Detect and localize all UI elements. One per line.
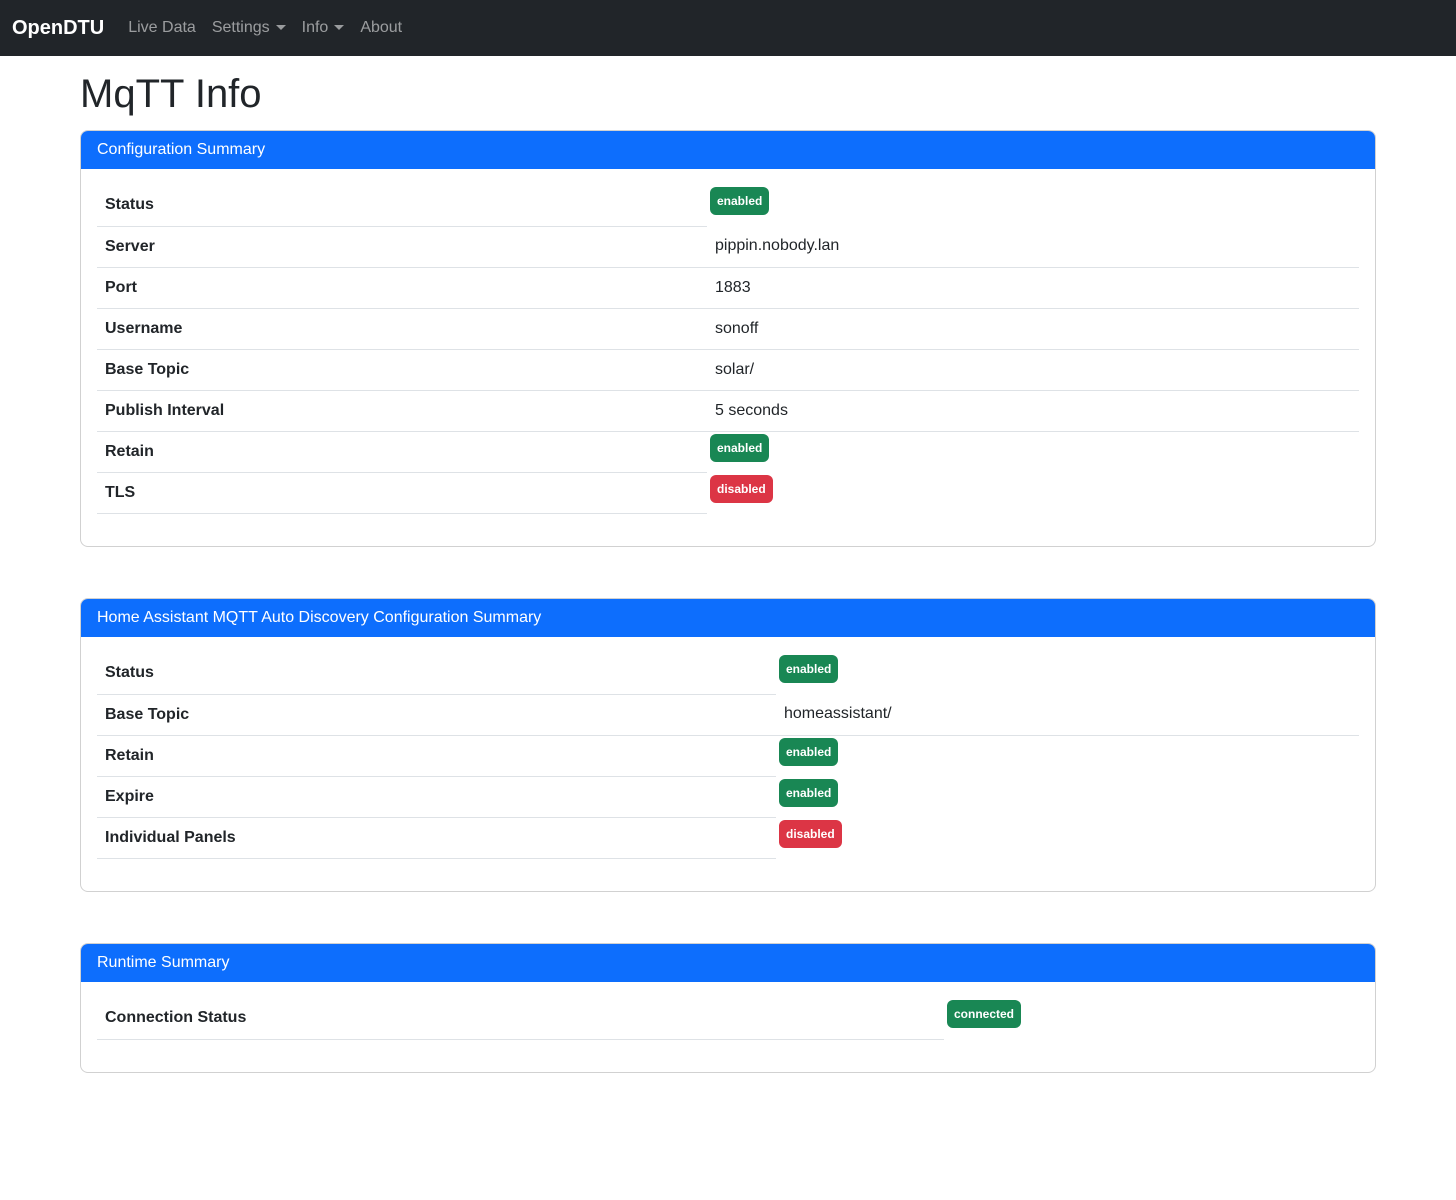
ha-discovery-table: Status enabled Base Topic homeassistant/…	[97, 653, 1359, 859]
row-value: disabled	[707, 473, 1359, 514]
row-label: Port	[97, 267, 707, 308]
row-value: enabled	[776, 777, 1359, 818]
table-row: Retain enabled	[97, 431, 1359, 473]
row-label: Username	[97, 308, 707, 349]
row-value: 1883	[707, 267, 1359, 308]
card-header: Home Assistant MQTT Auto Discovery Confi…	[81, 599, 1375, 637]
row-value: enabled	[707, 185, 1359, 226]
nav-item-live-data[interactable]: Live Data	[120, 11, 204, 45]
runtime-table: Connection Status connected	[97, 998, 1359, 1040]
table-row: Status enabled	[97, 653, 1359, 694]
card-runtime-summary: Runtime Summary Connection Status connec…	[80, 943, 1376, 1073]
navbar-nav: Live Data Settings Info About	[120, 11, 410, 45]
chevron-down-icon	[334, 25, 344, 30]
table-row: Base Topic homeassistant/	[97, 694, 1359, 735]
configuration-table: Status enabled Server pippin.nobody.lan …	[97, 185, 1359, 514]
row-label: Expire	[97, 777, 776, 818]
row-value: enabled	[707, 431, 1359, 473]
nav-item-info-label: Info	[302, 19, 329, 36]
status-badge: disabled	[779, 820, 842, 848]
table-row: Publish Interval 5 seconds	[97, 390, 1359, 431]
table-row: Server pippin.nobody.lan	[97, 226, 1359, 267]
row-value: enabled	[776, 735, 1359, 777]
table-row: Expire enabled	[97, 777, 1359, 818]
nav-item-info-dropdown[interactable]: Info	[294, 11, 353, 45]
status-badge: disabled	[710, 475, 773, 503]
row-value: disabled	[776, 818, 1359, 859]
table-row: Retain enabled	[97, 735, 1359, 777]
brand-opendtu[interactable]: OpenDTU	[12, 17, 104, 40]
row-label: Base Topic	[97, 349, 707, 390]
row-value: enabled	[776, 653, 1359, 694]
card-header: Configuration Summary	[81, 131, 1375, 169]
chevron-down-icon	[276, 25, 286, 30]
card-body: Status enabled Base Topic homeassistant/…	[81, 637, 1375, 891]
row-value: homeassistant/	[776, 694, 1359, 735]
row-label: Retain	[97, 735, 776, 777]
row-label: Retain	[97, 431, 707, 473]
status-badge: enabled	[779, 655, 838, 683]
row-value: sonoff	[707, 308, 1359, 349]
main-container: MqTT Info Configuration Summary Status e…	[80, 70, 1376, 1073]
table-row: Base Topic solar/	[97, 349, 1359, 390]
nav-item-settings-dropdown[interactable]: Settings	[204, 11, 294, 45]
status-badge: enabled	[779, 779, 838, 807]
row-label: Base Topic	[97, 694, 776, 735]
card-body: Status enabled Server pippin.nobody.lan …	[81, 169, 1375, 546]
nav-item-settings-label: Settings	[212, 19, 270, 36]
card-ha-auto-discovery-summary: Home Assistant MQTT Auto Discovery Confi…	[80, 598, 1376, 892]
navbar: OpenDTU Live Data Settings Info About	[0, 0, 1456, 56]
row-label: Status	[97, 653, 776, 694]
row-label: Connection Status	[97, 998, 944, 1039]
table-row: Individual Panels disabled	[97, 818, 1359, 859]
row-value: 5 seconds	[707, 390, 1359, 431]
row-label: Publish Interval	[97, 390, 707, 431]
nav-item-about[interactable]: About	[352, 11, 410, 45]
status-badge: connected	[947, 1000, 1021, 1028]
row-value: connected	[944, 998, 1359, 1039]
row-label: TLS	[97, 473, 707, 514]
row-value: pippin.nobody.lan	[707, 226, 1359, 267]
status-badge: enabled	[710, 187, 769, 215]
row-value: solar/	[707, 349, 1359, 390]
card-header: Runtime Summary	[81, 944, 1375, 982]
card-body: Connection Status connected	[81, 982, 1375, 1072]
row-label: Status	[97, 185, 707, 226]
table-row: Username sonoff	[97, 308, 1359, 349]
table-row: Connection Status connected	[97, 998, 1359, 1039]
table-row: Port 1883	[97, 267, 1359, 308]
table-row: TLS disabled	[97, 473, 1359, 514]
status-badge: enabled	[779, 738, 838, 766]
row-label: Individual Panels	[97, 818, 776, 859]
row-label: Server	[97, 226, 707, 267]
table-row: Status enabled	[97, 185, 1359, 226]
page-title: MqTT Info	[80, 70, 1376, 118]
card-configuration-summary: Configuration Summary Status enabled Ser…	[80, 130, 1376, 547]
status-badge: enabled	[710, 434, 769, 462]
